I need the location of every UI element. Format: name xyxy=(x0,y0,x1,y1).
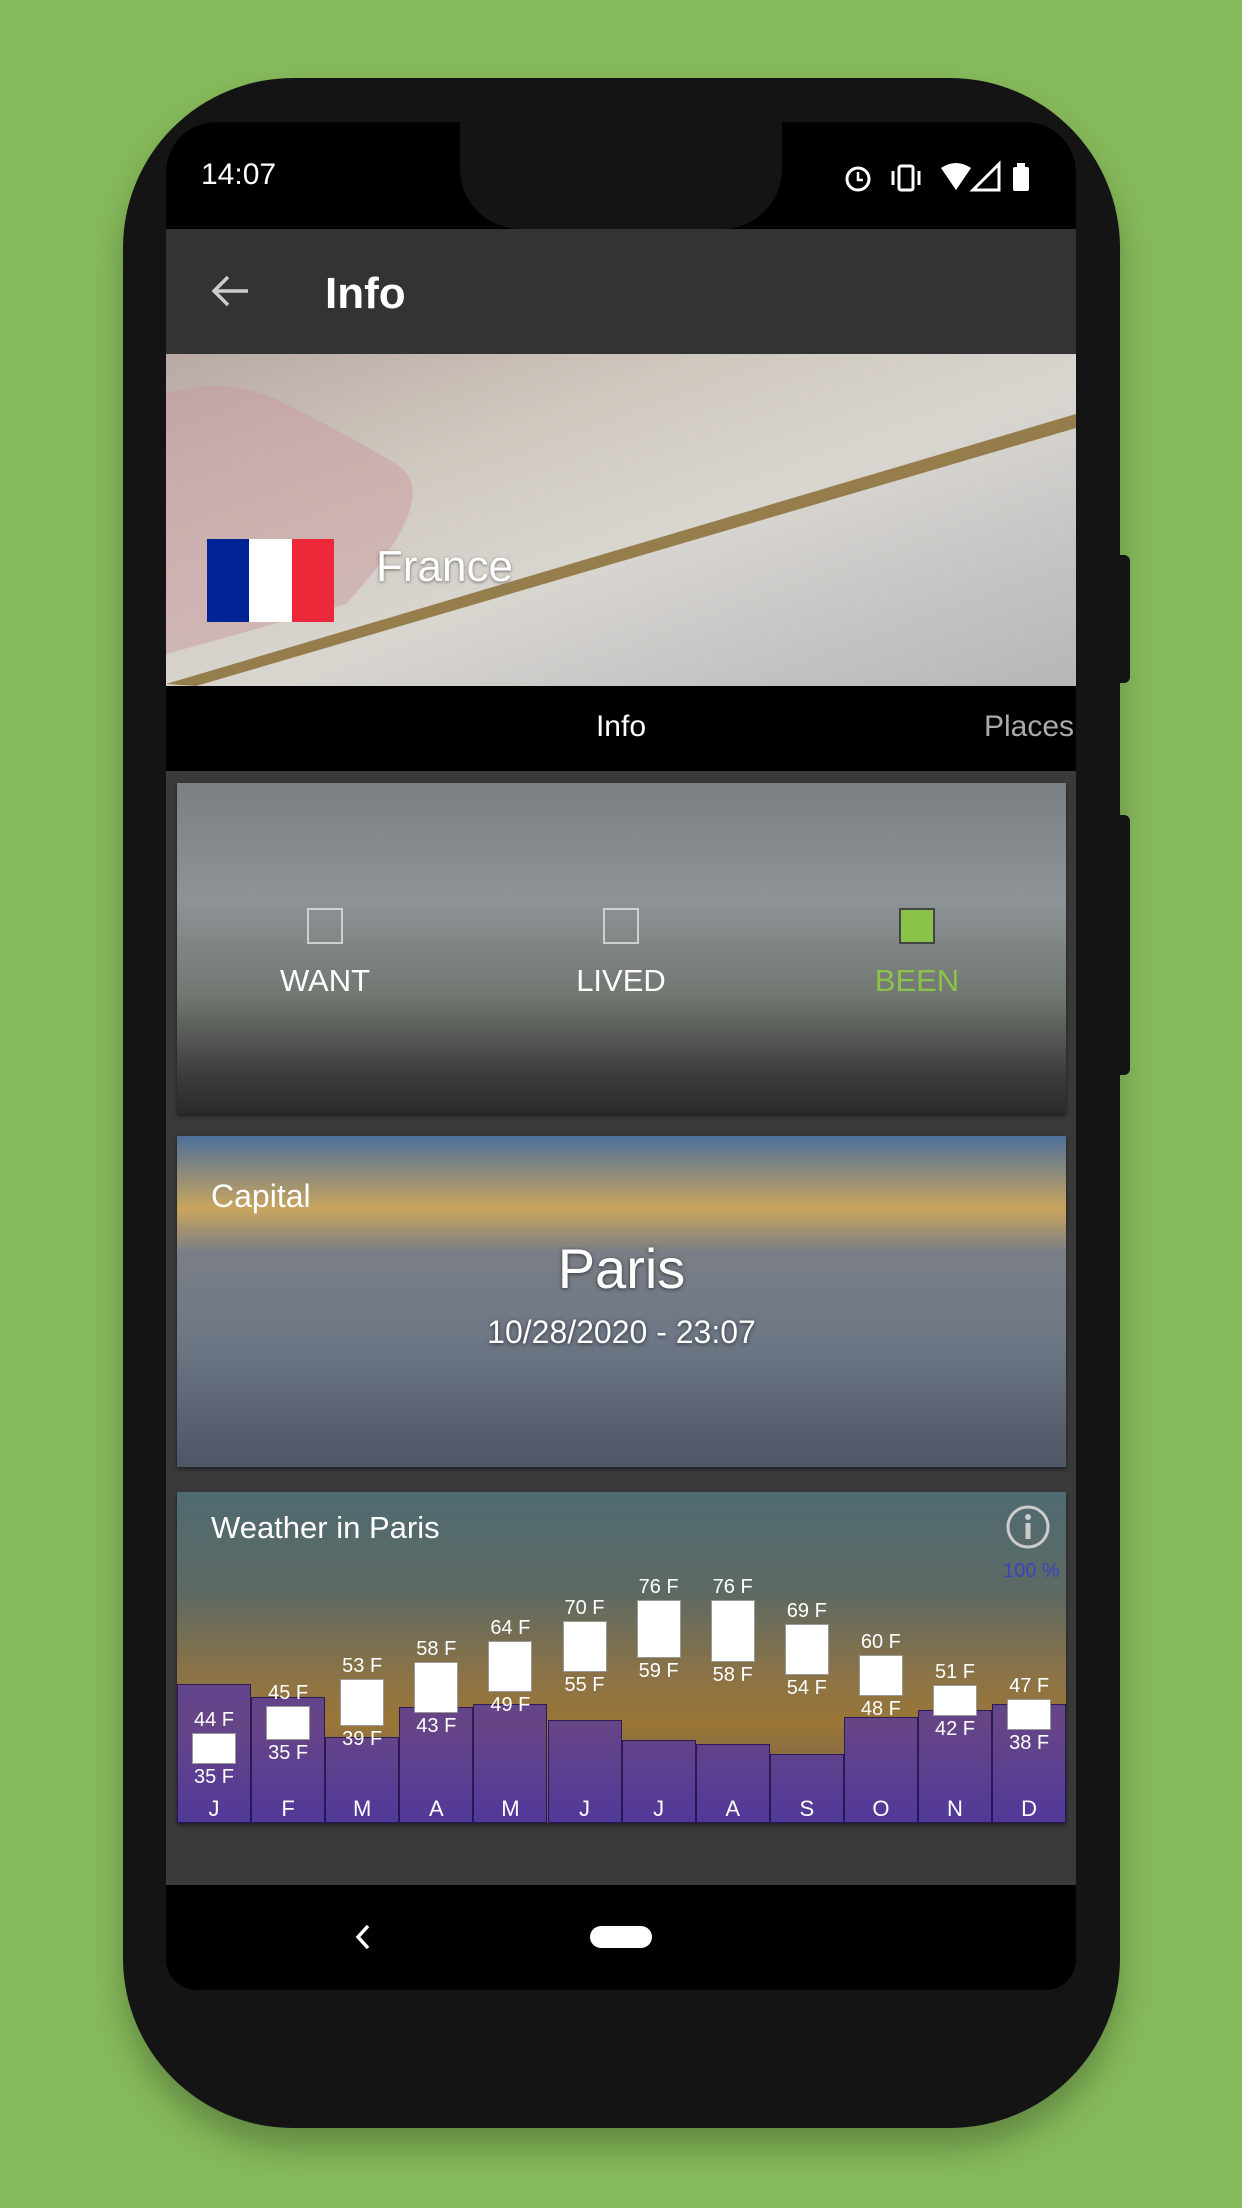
low-temp-label: 43 F xyxy=(416,1714,457,1737)
month-label: S xyxy=(799,1796,815,1821)
info-circle-icon[interactable] xyxy=(1005,1504,1051,1550)
power-button xyxy=(1118,555,1130,683)
high-temp-label: 51 F xyxy=(934,1661,976,1684)
capital-card[interactable]: Capital Paris 10/28/2020 - 23:07 xyxy=(177,1136,1066,1467)
weather-title: Weather in Paris xyxy=(211,1510,440,1545)
page-title: Info xyxy=(325,269,406,318)
temperature-range-box xyxy=(266,1705,311,1740)
lived-label: LIVED xyxy=(576,963,666,998)
low-temp-label: 58 F xyxy=(712,1663,753,1686)
high-temp-label: 69 F xyxy=(786,1600,827,1623)
visit-status-card: WANT LIVED BEEN xyxy=(177,783,1066,1114)
low-temp-label: 35 F xyxy=(193,1766,235,1788)
home-pill-icon[interactable] xyxy=(590,1926,652,1948)
screen: 14:07 Info France Info Places WANT LIVED xyxy=(166,122,1076,1990)
temperature-range-box xyxy=(340,1678,385,1727)
low-temp-label: 35 F xyxy=(268,1742,309,1764)
app-bar: Info xyxy=(166,229,1076,354)
signal-icon xyxy=(969,160,1001,192)
weather-card: 44 F 35 F J 45 F 35 F F 53 F 39 F M 58 F 43 F A 64 F… xyxy=(177,1492,1066,1823)
high-temp-label: 76 F xyxy=(638,1576,679,1599)
low-temp-label: 54 F xyxy=(786,1677,827,1700)
temperature-range-box xyxy=(562,1620,607,1672)
month-label: O xyxy=(872,1796,890,1821)
high-temp-label: 70 F xyxy=(564,1596,605,1619)
temperature-range-box xyxy=(710,1600,755,1662)
low-temp-label: 49 F xyxy=(490,1694,531,1717)
tab-bar: Info Places xyxy=(166,686,1076,771)
month-label: F xyxy=(281,1796,295,1821)
status-time: 14:07 xyxy=(201,158,277,191)
temperature-range-box xyxy=(488,1641,533,1693)
camera-notch xyxy=(460,122,782,229)
low-temp-label: 59 F xyxy=(638,1660,679,1683)
high-temp-label: 47 F xyxy=(1009,1675,1050,1698)
temperature-range-box xyxy=(1007,1699,1052,1730)
temperature-range-box xyxy=(858,1654,903,1696)
arrow-left-icon[interactable] xyxy=(210,273,250,309)
want-label: WANT xyxy=(279,963,371,998)
month-label: J xyxy=(579,1796,590,1821)
map-background-image xyxy=(166,386,1076,686)
month-label: D xyxy=(1021,1796,1038,1821)
been-checkbox[interactable] xyxy=(899,908,935,944)
capital-label: Capital xyxy=(211,1178,311,1214)
month-label: N xyxy=(947,1796,963,1821)
capital-datetime: 10/28/2020 - 23:07 xyxy=(487,1314,756,1350)
high-temp-label: 76 F xyxy=(712,1576,753,1599)
flag-france xyxy=(207,539,334,622)
month-label: M xyxy=(501,1796,520,1821)
tab-places[interactable]: Places xyxy=(984,710,1074,744)
month-label: A xyxy=(725,1796,741,1821)
vibrate-icon xyxy=(891,164,921,192)
month-label: A xyxy=(428,1796,444,1821)
been-label: BEEN xyxy=(874,963,960,998)
low-temp-label: 42 F xyxy=(934,1718,976,1741)
tab-info[interactable]: Info xyxy=(521,710,721,744)
high-temp-label: 64 F xyxy=(490,1617,531,1640)
navigation-bar xyxy=(166,1885,1076,1990)
temperature-range-box xyxy=(636,1600,681,1659)
battery-icon xyxy=(1013,163,1029,191)
chevron-left-icon[interactable] xyxy=(353,1923,373,1951)
temperature-range-box xyxy=(192,1733,236,1764)
month-label: M xyxy=(353,1796,372,1821)
alarm-icon xyxy=(845,166,871,192)
capital-city: Paris xyxy=(557,1237,686,1300)
high-temp-label: 44 F xyxy=(193,1709,235,1732)
low-temp-label: 55 F xyxy=(564,1673,605,1696)
low-temp-label: 48 F xyxy=(860,1697,901,1720)
volume-button xyxy=(1118,815,1130,1075)
month-label: J xyxy=(653,1796,665,1821)
high-temp-label: 45 F xyxy=(268,1681,309,1704)
want-checkbox[interactable] xyxy=(307,908,343,944)
country-header: France xyxy=(166,354,1076,686)
status-icons xyxy=(845,160,1029,192)
high-temp-label: 58 F xyxy=(416,1637,457,1660)
low-temp-label: 38 F xyxy=(1009,1731,1050,1754)
low-temp-label: 39 F xyxy=(342,1728,383,1751)
percent-link[interactable]: 100 % xyxy=(1003,1560,1060,1583)
month-label: J xyxy=(208,1796,220,1821)
lived-checkbox[interactable] xyxy=(603,908,639,944)
temperature-range-box xyxy=(414,1661,459,1713)
wifi-icon xyxy=(941,163,971,190)
country-name: France xyxy=(376,542,513,591)
high-temp-label: 60 F xyxy=(860,1630,901,1653)
temperature-range-box xyxy=(933,1685,977,1717)
temperature-range-box xyxy=(784,1624,829,1676)
high-temp-label: 53 F xyxy=(342,1654,383,1677)
